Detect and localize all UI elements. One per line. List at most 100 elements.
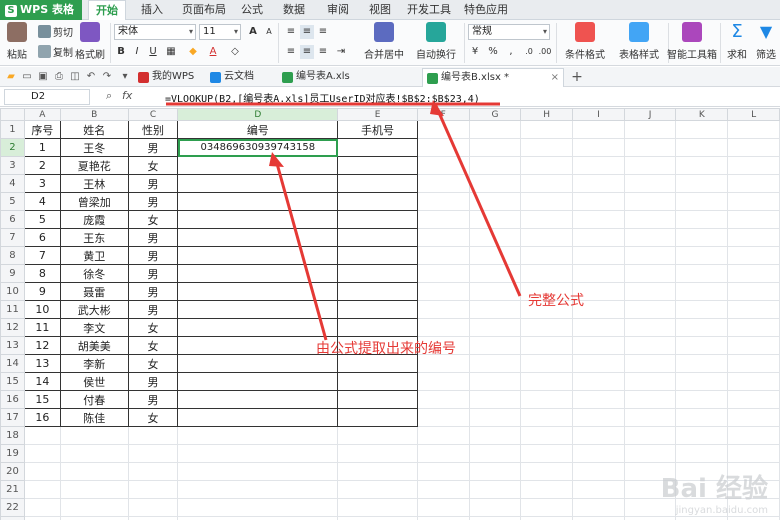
- auto-wrap-button[interactable]: 自动换行: [410, 22, 462, 61]
- cell[interactable]: [468, 354, 522, 373]
- align-left-icon[interactable]: ≡: [284, 45, 298, 59]
- cell-code[interactable]: [177, 228, 339, 247]
- open-folder-icon[interactable]: ▰: [4, 70, 18, 84]
- cell[interactable]: [468, 264, 522, 283]
- cell[interactable]: [337, 192, 418, 211]
- cell[interactable]: [727, 516, 780, 520]
- cell-name[interactable]: 夏艳花: [59, 156, 129, 175]
- cell[interactable]: [416, 462, 470, 481]
- cell[interactable]: [520, 516, 574, 520]
- cell[interactable]: [468, 426, 522, 445]
- cell[interactable]: [520, 318, 574, 337]
- row-header[interactable]: 18: [0, 426, 25, 445]
- cell[interactable]: [127, 498, 179, 517]
- cell[interactable]: [337, 516, 418, 520]
- cell-code[interactable]: [177, 300, 339, 319]
- cell[interactable]: [572, 210, 625, 229]
- header-cell[interactable]: 性别: [127, 120, 179, 139]
- row-header[interactable]: 10: [0, 282, 25, 301]
- cell[interactable]: [675, 120, 729, 139]
- cell[interactable]: [416, 228, 470, 247]
- align-right-icon[interactable]: ≡: [316, 45, 330, 59]
- column-header[interactable]: E: [337, 108, 418, 121]
- undo-icon[interactable]: ↶: [84, 70, 98, 84]
- cell-name[interactable]: 李新: [59, 354, 129, 373]
- cell[interactable]: [59, 444, 129, 463]
- cell-code[interactable]: [177, 246, 339, 265]
- cell-n[interactable]: 8: [23, 264, 61, 283]
- cell[interactable]: [623, 390, 677, 409]
- cell-name[interactable]: 陈佳: [59, 408, 129, 427]
- cell[interactable]: [520, 390, 574, 409]
- row-header[interactable]: 3: [0, 156, 25, 175]
- cell-code[interactable]: 034869630939743158: [177, 138, 339, 157]
- cell-name[interactable]: 王冬: [59, 138, 129, 157]
- cell[interactable]: [520, 174, 574, 193]
- cell[interactable]: [337, 426, 418, 445]
- cell[interactable]: [416, 174, 470, 193]
- cell[interactable]: [727, 390, 780, 409]
- cell-code[interactable]: [177, 372, 339, 391]
- cell-name[interactable]: 付春: [59, 390, 129, 409]
- cell[interactable]: [23, 444, 61, 463]
- cell-sex[interactable]: 女: [127, 408, 179, 427]
- conditional-format-button[interactable]: 条件格式: [556, 22, 614, 61]
- cell[interactable]: [468, 156, 522, 175]
- cell-sex[interactable]: 女: [127, 156, 179, 175]
- cell-name[interactable]: 聂雷: [59, 282, 129, 301]
- cell[interactable]: [572, 156, 625, 175]
- cell[interactable]: [127, 480, 179, 499]
- cell[interactable]: [416, 138, 470, 157]
- cell[interactable]: [572, 192, 625, 211]
- cell[interactable]: [623, 192, 677, 211]
- tab-special[interactable]: 特色应用: [458, 0, 514, 20]
- bold-button[interactable]: B: [114, 45, 128, 59]
- cell[interactable]: [572, 174, 625, 193]
- percent-icon[interactable]: %: [486, 45, 500, 59]
- cell-n[interactable]: 4: [23, 192, 61, 211]
- cell[interactable]: [468, 282, 522, 301]
- cell[interactable]: [127, 426, 179, 445]
- header-cell[interactable]: 姓名: [59, 120, 129, 139]
- cell[interactable]: [416, 192, 470, 211]
- cell[interactable]: [623, 408, 677, 427]
- grow-font-icon[interactable]: A: [246, 25, 260, 39]
- cell-code[interactable]: [177, 192, 339, 211]
- cell[interactable]: [623, 246, 677, 265]
- cell[interactable]: [572, 462, 625, 481]
- cell[interactable]: [520, 498, 574, 517]
- cell[interactable]: [337, 228, 418, 247]
- cell[interactable]: [572, 138, 625, 157]
- row-header[interactable]: 5: [0, 192, 25, 211]
- cell-code[interactable]: [177, 318, 339, 337]
- cell[interactable]: [675, 318, 729, 337]
- cell[interactable]: [337, 462, 418, 481]
- paste-button[interactable]: 粘贴: [0, 22, 34, 61]
- cell-code[interactable]: [177, 354, 339, 373]
- cell[interactable]: [468, 516, 522, 520]
- cell[interactable]: [59, 480, 129, 499]
- row-header[interactable]: 14: [0, 354, 25, 373]
- cell[interactable]: [520, 210, 574, 229]
- cell[interactable]: [337, 444, 418, 463]
- cell[interactable]: [675, 390, 729, 409]
- cell-sex[interactable]: 男: [127, 300, 179, 319]
- tab-page-layout[interactable]: 页面布局: [176, 0, 232, 20]
- table-style-button[interactable]: 表格样式: [610, 22, 668, 61]
- fx-icon[interactable]: fx: [122, 89, 132, 102]
- tab-formulas[interactable]: 公式: [236, 0, 268, 20]
- cell[interactable]: [727, 300, 780, 319]
- cell[interactable]: [623, 138, 677, 157]
- cell[interactable]: [337, 372, 418, 391]
- cell[interactable]: [520, 336, 574, 355]
- column-header[interactable]: A: [23, 108, 61, 121]
- tab-data[interactable]: 数据: [278, 0, 310, 20]
- cell-name[interactable]: 徐冬: [59, 264, 129, 283]
- cell-n[interactable]: 6: [23, 228, 61, 247]
- cell-n[interactable]: 13: [23, 354, 61, 373]
- cell-sex[interactable]: 男: [127, 174, 179, 193]
- row-header[interactable]: 12: [0, 318, 25, 337]
- cell[interactable]: [23, 462, 61, 481]
- cell[interactable]: [727, 264, 780, 283]
- cell-n[interactable]: 9: [23, 282, 61, 301]
